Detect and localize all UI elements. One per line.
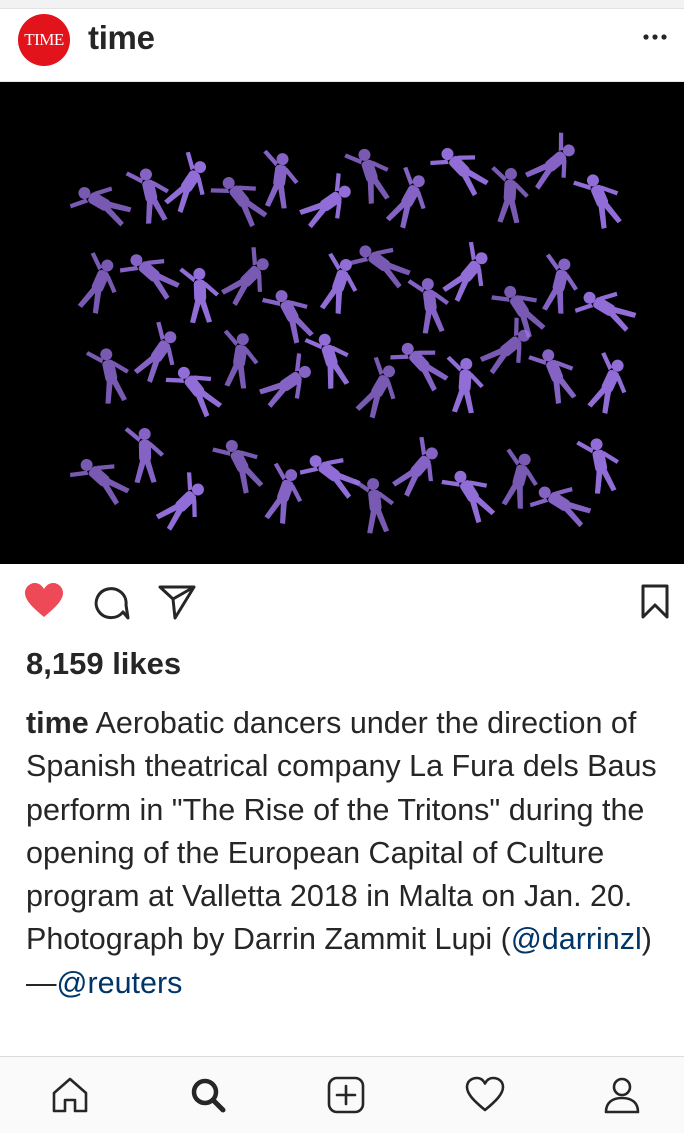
dancer-figure [349, 245, 411, 289]
dancer-figure [164, 151, 207, 214]
bottom-tab-bar [0, 1056, 684, 1133]
dancer-figure [212, 439, 264, 494]
more-options-icon[interactable] [640, 27, 670, 47]
dancer-figure [179, 267, 220, 324]
dancer-figure [572, 174, 622, 229]
dancer-figure [70, 458, 130, 506]
profile-icon[interactable] [602, 1075, 642, 1120]
dancer-figure [210, 177, 268, 228]
dancer-figure [223, 329, 259, 389]
dancer-figure [85, 348, 130, 404]
post-actions-bar [0, 580, 684, 628]
add-post-icon[interactable] [326, 1075, 366, 1120]
post-username[interactable]: time [88, 19, 155, 57]
home-icon[interactable] [50, 1075, 90, 1120]
dancer-figure [587, 352, 627, 414]
caption-username[interactable]: time [26, 706, 89, 740]
dancer-figure [524, 132, 575, 190]
status-strip [0, 0, 684, 9]
dancer-figure [407, 278, 450, 334]
dancer-figure [125, 168, 169, 224]
dancer-figure [304, 333, 350, 389]
dancer-figure [344, 148, 390, 204]
comment-icon[interactable] [92, 584, 130, 625]
dancer-figure [441, 470, 496, 524]
dancer-figure [442, 241, 488, 303]
post-header: TIME time [0, 9, 684, 82]
dancer-figure [491, 166, 529, 224]
dancer-figure [262, 290, 314, 344]
dancers-image [69, 132, 637, 534]
dancer-figure [385, 166, 426, 229]
dancer-figure [390, 342, 449, 392]
dancer-figure [479, 317, 530, 375]
bookmark-icon[interactable] [640, 584, 670, 625]
dancer-figure [124, 427, 165, 484]
dancer-figure [576, 438, 620, 494]
dancer-figure [574, 291, 637, 332]
dancer-figure [69, 186, 132, 227]
dancer-figure [155, 472, 204, 531]
avatar-logo-text: TIME [24, 30, 64, 49]
avatar[interactable]: TIME [18, 14, 70, 66]
dancer-figure [542, 253, 578, 314]
likes-count[interactable]: 8,159 likes [26, 646, 181, 682]
dancer-figure [258, 353, 311, 408]
mention-agency[interactable]: @reuters [57, 966, 183, 1000]
mention-photographer[interactable]: @darrinzl [511, 922, 642, 956]
dancer-figure [446, 355, 484, 414]
caption-text: Aerobatic dancers under the direction of… [26, 706, 657, 957]
dancer-figure [529, 486, 592, 528]
heart-filled-icon[interactable] [24, 583, 64, 624]
dancer-figure [528, 349, 577, 404]
dancer-figure [77, 252, 117, 314]
activity-heart-icon[interactable] [464, 1075, 506, 1120]
dancer-figure [165, 366, 223, 418]
dancer-figure [263, 149, 299, 209]
post-photo[interactable] [0, 82, 684, 564]
dancer-figure [430, 148, 489, 197]
dancer-figure [299, 455, 361, 499]
dancer-figure [119, 254, 180, 300]
dancer-figure [352, 478, 395, 534]
dancer-figure [392, 436, 438, 497]
post-caption: time Aerobatic dancers under the directi… [26, 702, 666, 1005]
paper-plane-icon[interactable] [158, 584, 196, 625]
search-icon[interactable] [188, 1075, 228, 1120]
dancer-figure [355, 356, 396, 419]
dancer-figure [299, 172, 351, 229]
dancer-figure [133, 321, 177, 383]
